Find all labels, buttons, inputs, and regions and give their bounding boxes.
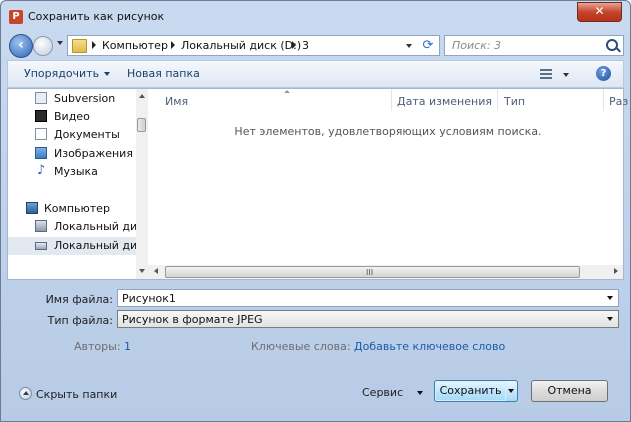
- authors-value[interactable]: 1: [124, 340, 131, 353]
- file-browser: Subversion Видео Документы Изображения ♪…: [7, 88, 628, 280]
- scroll-right-icon[interactable]: [614, 268, 618, 274]
- nav-item-label: Изображения: [54, 147, 133, 160]
- powerpoint-app-icon: P: [9, 10, 23, 24]
- nav-item-pictures[interactable]: Изображения: [8, 145, 136, 163]
- filetype-label: Тип файла:: [47, 314, 113, 327]
- search-box[interactable]: Поиск: 3: [444, 35, 624, 56]
- column-header-date[interactable]: Дата изменения: [391, 89, 498, 111]
- title-bar[interactable]: P Сохранить как рисунок ✕: [1, 1, 630, 31]
- nav-item-label: Музыка: [54, 165, 98, 178]
- refresh-icon[interactable]: ⟳: [418, 37, 438, 54]
- column-header-type[interactable]: Тип: [498, 89, 604, 111]
- breadcrumb-separator-icon[interactable]: [292, 41, 296, 49]
- nav-item-subversion[interactable]: Subversion: [8, 90, 136, 108]
- address-bar[interactable]: Компьютер Локальный диск (D:) 3 ⟳: [67, 35, 440, 56]
- keywords-value[interactable]: Добавьте ключевое слово: [354, 340, 505, 353]
- command-bar: Упорядочить Новая папка ?: [7, 60, 624, 88]
- recent-pages-dropdown-icon[interactable]: [57, 41, 63, 45]
- nav-item-video[interactable]: Видео: [8, 108, 136, 126]
- empty-folder-message: Нет элементов, удовлетворяющих условиям …: [234, 125, 542, 138]
- column-header-label: Тип: [504, 95, 526, 108]
- collapse-up-icon: [19, 387, 32, 400]
- filename-field[interactable]: Рисунок1: [117, 289, 619, 307]
- nav-item-documents[interactable]: Документы: [8, 126, 136, 144]
- subversion-icon: [35, 92, 47, 104]
- tools-button[interactable]: Сервис: [362, 386, 424, 399]
- keywords-row: Ключевые слова: Добавьте ключевое слово: [251, 340, 505, 353]
- authors-label: Авторы:: [74, 340, 121, 353]
- filetype-select[interactable]: Рисунок в формате JPEG: [117, 310, 619, 328]
- search-icon[interactable]: [606, 39, 618, 51]
- help-icon[interactable]: ?: [596, 66, 611, 81]
- breadcrumb-drive[interactable]: Локальный диск (D:): [181, 39, 301, 52]
- navigation-vertical-scrollbar[interactable]: [136, 89, 148, 279]
- nav-item-label: Документы: [54, 128, 120, 141]
- scroll-up-icon[interactable]: [139, 94, 145, 98]
- breadcrumb-folder[interactable]: 3: [302, 39, 309, 52]
- nav-item-label: Компьютер: [44, 202, 110, 215]
- sort-ascending-icon: [284, 90, 290, 93]
- save-as-picture-dialog: P Сохранить как рисунок ✕ ‹ Компьютер Ло…: [0, 0, 631, 422]
- file-list-horizontal-scrollbar[interactable]: III: [148, 265, 623, 279]
- filename-value[interactable]: Рисунок1: [122, 292, 176, 305]
- back-arrow-icon[interactable]: ‹: [9, 34, 33, 58]
- chevron-down-icon[interactable]: [607, 296, 613, 300]
- navigation-row: ‹ Компьютер Локальный диск (D:) 3 ⟳ Поис…: [1, 31, 630, 59]
- drive-c-icon: [35, 220, 47, 232]
- folder-icon: [72, 39, 87, 53]
- filename-label: Имя файла:: [45, 293, 113, 306]
- window-title: Сохранить как рисунок: [28, 10, 165, 23]
- nav-item-label: Локальный диск: [54, 220, 148, 233]
- computer-icon: [26, 202, 38, 214]
- column-header-label: Имя: [165, 95, 189, 108]
- search-input[interactable]: Поиск: 3: [452, 39, 501, 52]
- views-dropdown-icon[interactable]: [563, 73, 569, 77]
- nav-item-computer[interactable]: Компьютер: [8, 200, 136, 218]
- pictures-icon: [35, 147, 47, 159]
- nav-item-drive-c[interactable]: Локальный диск: [8, 218, 148, 236]
- nav-item-label: Subversion: [54, 92, 116, 105]
- chevron-down-icon: [607, 317, 613, 321]
- video-icon: [35, 110, 47, 122]
- navigation-pane: Subversion Видео Документы Изображения ♪…: [8, 89, 148, 279]
- breadcrumb-computer[interactable]: Компьютер: [102, 39, 168, 52]
- organize-button[interactable]: Упорядочить: [24, 67, 111, 80]
- hide-folders-label: Скрыть папки: [36, 388, 118, 401]
- music-icon: ♪: [37, 163, 46, 178]
- scroll-down-icon[interactable]: [139, 269, 145, 273]
- breadcrumb-separator-icon[interactable]: [92, 41, 96, 49]
- nav-item-label: Видео: [54, 110, 90, 123]
- column-header-label: Дата изменения: [397, 95, 492, 108]
- column-header-label: Раз: [609, 95, 629, 108]
- filetype-value: Рисунок в формате JPEG: [122, 313, 263, 326]
- authors-row: Авторы: 1: [74, 340, 131, 353]
- nav-item-label: Локальный диск: [54, 239, 148, 252]
- drive-d-icon: [35, 242, 47, 250]
- tools-label: Сервис: [362, 386, 404, 399]
- organize-label: Упорядочить: [24, 67, 100, 80]
- scroll-left-icon[interactable]: [154, 268, 158, 274]
- scroll-thumb[interactable]: III: [165, 266, 580, 278]
- forward-arrow-icon[interactable]: [33, 36, 53, 56]
- nav-item-music[interactable]: ♪ Музыка: [8, 163, 136, 181]
- new-folder-button[interactable]: Новая папка: [127, 67, 200, 80]
- save-button[interactable]: Сохранить: [434, 380, 507, 402]
- chevron-down-icon: [104, 72, 111, 76]
- column-header-name[interactable]: Имя: [159, 89, 392, 111]
- close-button[interactable]: ✕: [577, 2, 622, 22]
- scroll-thumb[interactable]: [137, 118, 146, 132]
- chevron-down-icon: [417, 391, 424, 395]
- keywords-label: Ключевые слова:: [251, 340, 351, 353]
- views-icon[interactable]: [540, 69, 552, 79]
- column-header-size[interactable]: Раз: [604, 89, 628, 111]
- hide-folders-button[interactable]: Скрыть папки: [19, 387, 117, 401]
- scroll-grip: III: [366, 268, 374, 277]
- documents-icon: [35, 128, 47, 140]
- save-options-dropdown-icon[interactable]: [506, 380, 518, 402]
- address-dropdown-icon[interactable]: [406, 44, 412, 48]
- breadcrumb-separator-icon[interactable]: [171, 41, 175, 49]
- nav-item-drive-d[interactable]: Локальный диск: [8, 237, 148, 255]
- cancel-button[interactable]: Отмена: [531, 380, 608, 402]
